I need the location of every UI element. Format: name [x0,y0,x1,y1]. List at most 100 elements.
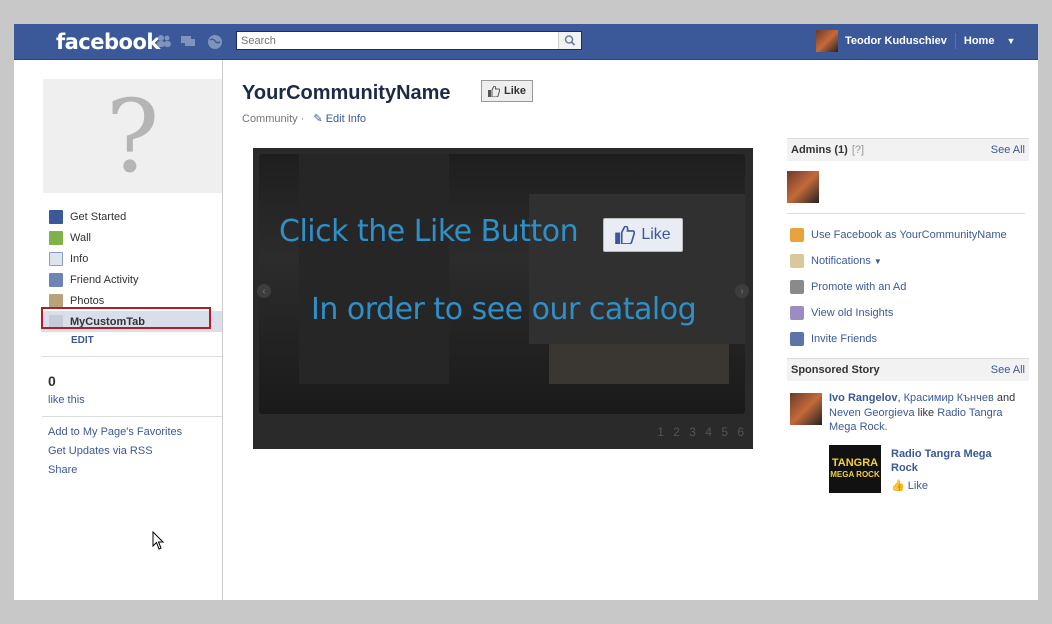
left-column: ? Get Started Wall Info Friend Activity … [14,60,223,600]
friends-icon [49,272,63,287]
view-insights-link[interactable]: View old Insights [787,300,1029,326]
switch-user-icon [790,228,804,242]
search-icon [564,35,576,46]
share-link[interactable]: Share [48,464,182,483]
link-label: Promote with an Ad [811,281,907,293]
sponsored-see-all-link[interactable]: See All [991,364,1025,376]
photos-icon [49,293,63,308]
page-title: YourCommunityName [242,82,451,104]
notifications-globe-icon[interactable] [207,34,222,49]
banner-like-label: Like [641,226,671,243]
banner-headline: Click the Like Button [279,214,579,249]
friends-icon[interactable] [156,34,171,48]
story-word: and [996,392,1016,404]
admin-avatar[interactable] [787,171,819,203]
like-this-link[interactable]: like this [48,394,85,406]
sidebar-item-label: Photos [70,294,105,307]
notifications-link[interactable]: Notifications ▼ [787,248,1029,274]
chevron-down-icon: ▼ [873,256,882,266]
top-bar: facebook Teodor Kuduschiev Home ▼ [14,24,1038,60]
sidebar-item-label: Get Started [70,210,127,223]
page-body: ? Get Started Wall Info Friend Activity … [14,60,1038,600]
admins-see-all-link[interactable]: See All [991,144,1025,156]
sponsored-title: Sponsored Story [791,364,880,376]
notifications-icon [790,254,804,268]
page-subtitle: Community · ✎ Edit Info [242,112,366,125]
friend-link[interactable]: Ivo Rangelov [829,392,897,404]
edit-tabs-link[interactable]: EDIT [71,335,94,346]
friend-link[interactable]: Neven Georgieva [829,407,915,419]
sidebar-item-label: Friend Activity [70,273,139,286]
thumbs-up-icon: 👍 [891,480,905,492]
thumbs-up-icon [487,85,500,97]
use-facebook-as-page-link[interactable]: Use Facebook as YourCommunityName [787,222,1029,248]
question-mark-icon: ? [105,77,160,195]
user-name-link[interactable]: Teodor Kuduschiev [845,35,947,47]
link-label: Use Facebook as YourCommunityName [811,229,1007,241]
like-count: 0 [48,373,56,389]
edit-info-link[interactable]: ✎ Edit Info [313,113,366,125]
radio-like-label: Like [907,480,928,492]
banner-subline: In order to see our catalog [311,292,697,327]
wall-speech-icon [49,230,63,245]
like-button[interactable]: Like [481,80,533,102]
radio-tangra-logo[interactable]: TANGRA MEGA ROCK [829,445,881,493]
user-nav: Teodor Kuduschiev Home ▼ [816,30,1015,52]
slider-prev-arrow-icon[interactable]: ‹ [257,284,271,298]
rss-updates-link[interactable]: Get Updates via RSS [48,445,182,464]
sidebar-item-info[interactable]: Info [41,248,222,269]
facebook-logo[interactable]: facebook [56,30,160,54]
pencil-icon: ✎ [313,113,323,125]
sponsored-story: Ivo Rangelov, Красимир Кънчев and Neven … [787,389,1029,509]
sidebar-item-friend-activity[interactable]: Friend Activity [41,269,222,290]
banner-wall-panel [299,154,449,384]
search-input[interactable] [237,32,565,49]
left-links: Add to My Page's Favorites Get Updates v… [48,426,182,483]
radio-like-link[interactable]: 👍 Like [891,479,928,492]
profile-picture-placeholder[interactable]: ? [43,77,222,195]
admin-links: Use Facebook as YourCommunityName Notifi… [787,222,1029,352]
admins-title: Admins (1) [791,144,848,156]
custom-tab-banner: Click the Like Button Like In order to s… [253,148,753,449]
insights-chart-icon [790,306,804,320]
sponsored-header: Sponsored Story See All [787,358,1029,381]
avatar[interactable] [816,30,838,52]
link-label: Invite Friends [811,333,878,345]
invite-friends-icon [790,332,804,346]
account-menu-chevron-down-icon[interactable]: ▼ [1006,36,1015,46]
search-box [236,31,582,50]
slider-next-arrow-icon[interactable]: › [735,284,749,298]
banner-couch [549,344,729,384]
add-to-favorites-link[interactable]: Add to My Page's Favorites [48,426,182,445]
info-card-icon [49,251,63,266]
divider [954,33,956,49]
friend-link[interactable]: Красимир Кънчев [904,392,994,404]
avatar[interactable] [790,393,822,425]
admins-help-link[interactable]: [?] [852,144,864,156]
messages-icon[interactable] [180,34,195,48]
category-label: Community · [242,113,305,125]
invite-friends-link[interactable]: Invite Friends [787,326,1029,352]
sidebar-item-get-started[interactable]: Get Started [41,206,222,227]
megaphone-icon [790,280,804,294]
banner-like-button[interactable]: Like [603,218,683,252]
sidebar-item-wall[interactable]: Wall [41,227,222,248]
facebook-f-icon [49,209,63,224]
home-link[interactable]: Home [964,35,995,47]
divider [42,356,222,357]
highlight-box [41,307,211,329]
like-button-label: Like [503,85,526,97]
story-text: Ivo Rangelov, Красимир Кънчев and Neven … [829,392,1016,433]
promote-with-ad-link[interactable]: Promote with an Ad [787,274,1029,300]
slider-pager[interactable]: 1 2 3 4 5 6 [657,425,747,439]
thumbs-up-icon [615,226,636,244]
link-label: Notifications [811,255,871,267]
radio-page-link[interactable]: Radio Tangra Mega Rock [891,447,1021,475]
link-label: View old Insights [811,307,894,319]
divider [787,213,1025,214]
banner-image: Click the Like Button Like In order to s… [259,154,745,414]
search-button[interactable] [558,32,581,49]
admins-header: Admins (1) [?] See All [787,138,1029,161]
divider [42,416,222,417]
sidebar-item-label: Wall [70,231,91,244]
